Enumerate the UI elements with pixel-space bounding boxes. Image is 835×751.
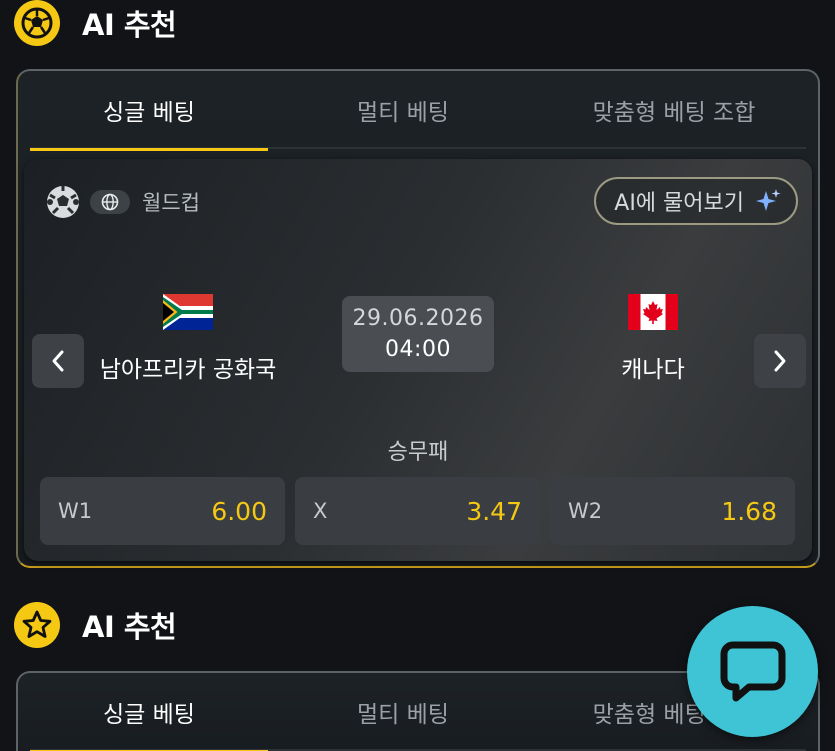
odd-value: 6.00	[211, 496, 267, 526]
globe-icon	[90, 190, 130, 214]
league-name: 월드컵	[142, 191, 200, 215]
soccer-ball-icon	[14, 0, 60, 46]
odd-button-w1[interactable]: W1 6.00	[40, 477, 285, 545]
odd-button-x[interactable]: X 3.47	[295, 477, 540, 545]
recommendation-panel: 싱글 베팅 멀티 베팅 맞춤형 베팅 조합 월드컵 AI에 물어보기 남아프리카…	[16, 69, 820, 568]
section-title: AI 추천	[82, 610, 177, 644]
tab-single-bet[interactable]: 싱글 베팅	[30, 673, 268, 751]
home-team-name: 남아프리카 공화국	[99, 357, 277, 383]
soccer-ball-icon	[47, 186, 79, 218]
market-name: 승무패	[387, 440, 449, 465]
match-date: 29.06.2026	[352, 306, 484, 331]
match-time: 04:00	[385, 337, 451, 362]
tab-single-bet[interactable]: 싱글 베팅	[30, 71, 268, 151]
tab-multi-bet[interactable]: 멀티 베팅	[268, 71, 538, 149]
star-icon	[14, 602, 60, 648]
odds-row: W1 6.00 X 3.47 W2 1.68	[40, 477, 795, 545]
match-card[interactable]: 월드컵 AI에 물어보기 남아프리카 공화국 29.06.2026 04:00 …	[24, 159, 812, 561]
ask-ai-label: AI에 물어보기	[614, 191, 744, 216]
odd-button-w2[interactable]: W2 1.68	[550, 477, 795, 545]
chevron-left-icon	[52, 350, 64, 372]
south-africa-flag	[163, 294, 213, 330]
ask-ai-button[interactable]: AI에 물어보기	[594, 177, 798, 225]
section-title: AI 추천	[82, 8, 177, 42]
section-header: AI 추천	[14, 0, 177, 46]
canada-flag	[628, 294, 678, 330]
sparkle-icon	[756, 189, 781, 211]
next-arrow-button[interactable]	[754, 334, 806, 388]
odd-label: X	[313, 499, 328, 523]
away-team-name: 캐나다	[621, 357, 685, 383]
chat-button[interactable]	[687, 606, 818, 737]
chevron-right-icon	[774, 350, 786, 372]
odd-label: W2	[568, 499, 603, 523]
league-info: 월드컵	[46, 185, 200, 219]
bet-type-tabs: 싱글 베팅 멀티 베팅 맞춤형 베팅 조합	[30, 71, 806, 151]
odd-value: 3.47	[466, 496, 522, 526]
section-header: AI 추천	[14, 602, 177, 648]
tab-custom-combo[interactable]: 맞춤형 베팅 조합	[538, 71, 810, 149]
tab-multi-bet[interactable]: 멀티 베팅	[268, 673, 538, 751]
away-team: 캐나다	[538, 294, 768, 384]
home-team: 남아프리카 공화국	[73, 294, 303, 384]
match-datetime: 29.06.2026 04:00	[342, 296, 494, 372]
odd-value: 1.68	[721, 496, 777, 526]
odd-label: W1	[58, 499, 93, 523]
chat-bubble-icon	[720, 641, 785, 701]
